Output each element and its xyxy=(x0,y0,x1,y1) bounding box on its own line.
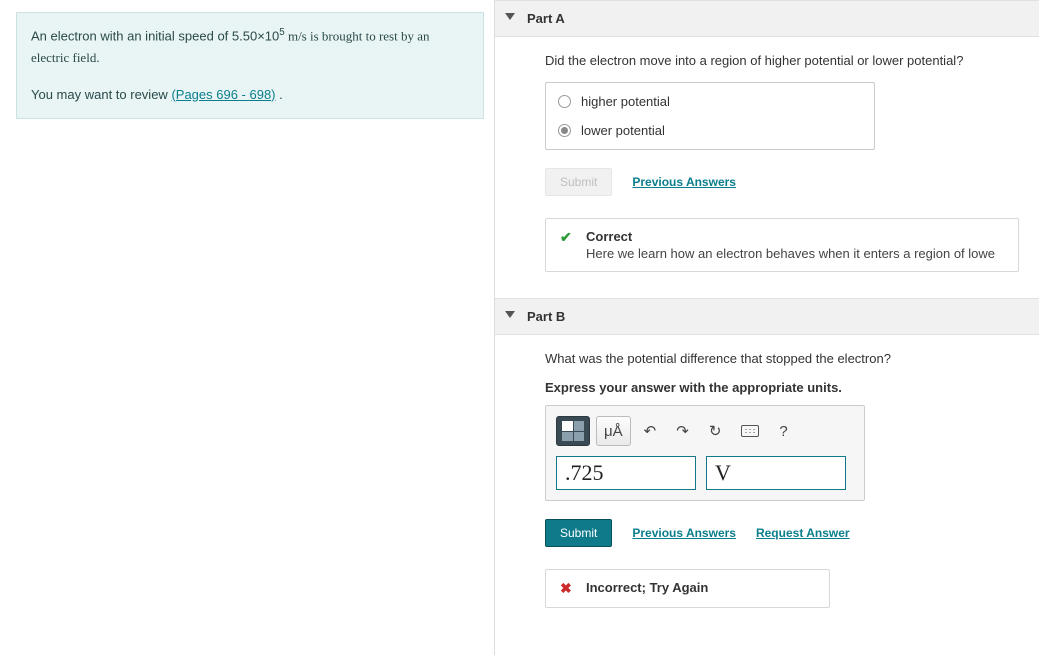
choice-label: higher potential xyxy=(581,94,670,109)
redo-icon: ↷ xyxy=(676,422,689,440)
units-button[interactable]: μÅ xyxy=(596,416,631,446)
grid-icon xyxy=(562,421,584,441)
answer-panel: μÅ ↶ ↷ ↻ ? xyxy=(545,405,865,501)
parts-column: Part A Did the electron move into a regi… xyxy=(495,0,1039,655)
part-a-question: Did the electron move into a region of h… xyxy=(545,53,1019,68)
part-a-buttons: Submit Previous Answers xyxy=(545,168,1019,196)
page-root: An electron with an initial speed of 5.5… xyxy=(0,0,1039,655)
feedback-message: Here we learn how an electron behaves wh… xyxy=(586,246,1004,261)
answer-inputs xyxy=(556,456,854,490)
part-a-choices: higher potential lower potential xyxy=(545,82,875,150)
x-icon: ✖ xyxy=(560,580,572,597)
answer-toolbar: μÅ ↶ ↷ ↻ ? xyxy=(556,416,854,446)
keyboard-button[interactable] xyxy=(734,416,766,446)
value-input[interactable] xyxy=(556,456,696,490)
review-suffix: . xyxy=(276,87,283,102)
previous-answers-link[interactable]: Previous Answers xyxy=(632,175,736,189)
problem-column: An electron with an initial speed of 5.5… xyxy=(0,0,495,655)
part-b-hint: Express your answer with the appropriate… xyxy=(545,380,1019,395)
choice-higher[interactable]: higher potential xyxy=(546,87,874,116)
previous-answers-link[interactable]: Previous Answers xyxy=(632,526,736,540)
part-b-title: Part B xyxy=(527,309,565,324)
part-b-feedback: ✖ Incorrect; Try Again xyxy=(545,569,830,608)
submit-button[interactable]: Submit xyxy=(545,519,612,547)
review-prefix: You may want to review xyxy=(31,87,171,102)
part-a-body: Did the electron move into a region of h… xyxy=(495,37,1039,298)
part-a-title: Part A xyxy=(527,11,565,26)
feedback-title: Correct xyxy=(586,229,1004,244)
part-b-body: What was the potential difference that s… xyxy=(495,335,1039,634)
feedback-title: Incorrect; Try Again xyxy=(586,580,815,595)
help-button[interactable]: ? xyxy=(772,416,794,446)
radio-icon xyxy=(558,95,571,108)
redo-button[interactable]: ↷ xyxy=(669,416,696,446)
reset-icon: ↻ xyxy=(709,422,722,440)
part-a-feedback: ✔ Correct Here we learn how an electron … xyxy=(545,218,1019,272)
caret-down-icon xyxy=(505,311,515,318)
undo-icon: ↶ xyxy=(644,422,657,440)
caret-down-icon xyxy=(505,13,515,20)
choice-label: lower potential xyxy=(581,123,665,138)
review-link[interactable]: (Pages 696 - 698) xyxy=(171,87,275,102)
undo-button[interactable]: ↶ xyxy=(637,416,664,446)
submit-button-disabled: Submit xyxy=(545,168,612,196)
part-a-header[interactable]: Part A xyxy=(495,0,1039,37)
radio-checked-icon xyxy=(558,124,571,137)
part-b-question: What was the potential difference that s… xyxy=(545,351,1019,366)
problem-text: An electron with an initial speed of 5.5… xyxy=(31,25,469,70)
help-icon: ? xyxy=(779,423,787,440)
unit-input[interactable] xyxy=(706,456,846,490)
part-b-header[interactable]: Part B xyxy=(495,298,1039,335)
check-icon: ✔ xyxy=(560,229,572,246)
request-answer-link[interactable]: Request Answer xyxy=(756,526,850,540)
units-label: μÅ xyxy=(604,423,623,440)
part-b-buttons: Submit Previous Answers Request Answer xyxy=(545,519,1019,547)
review-line: You may want to review (Pages 696 - 698)… xyxy=(31,84,469,106)
problem-text-before: An electron with an initial speed of 5.5… xyxy=(31,28,279,43)
keyboard-icon xyxy=(741,425,759,437)
reset-button[interactable]: ↻ xyxy=(702,416,729,446)
templates-button[interactable] xyxy=(556,416,590,446)
choice-lower[interactable]: lower potential xyxy=(546,116,874,145)
problem-statement: An electron with an initial speed of 5.5… xyxy=(16,12,484,119)
